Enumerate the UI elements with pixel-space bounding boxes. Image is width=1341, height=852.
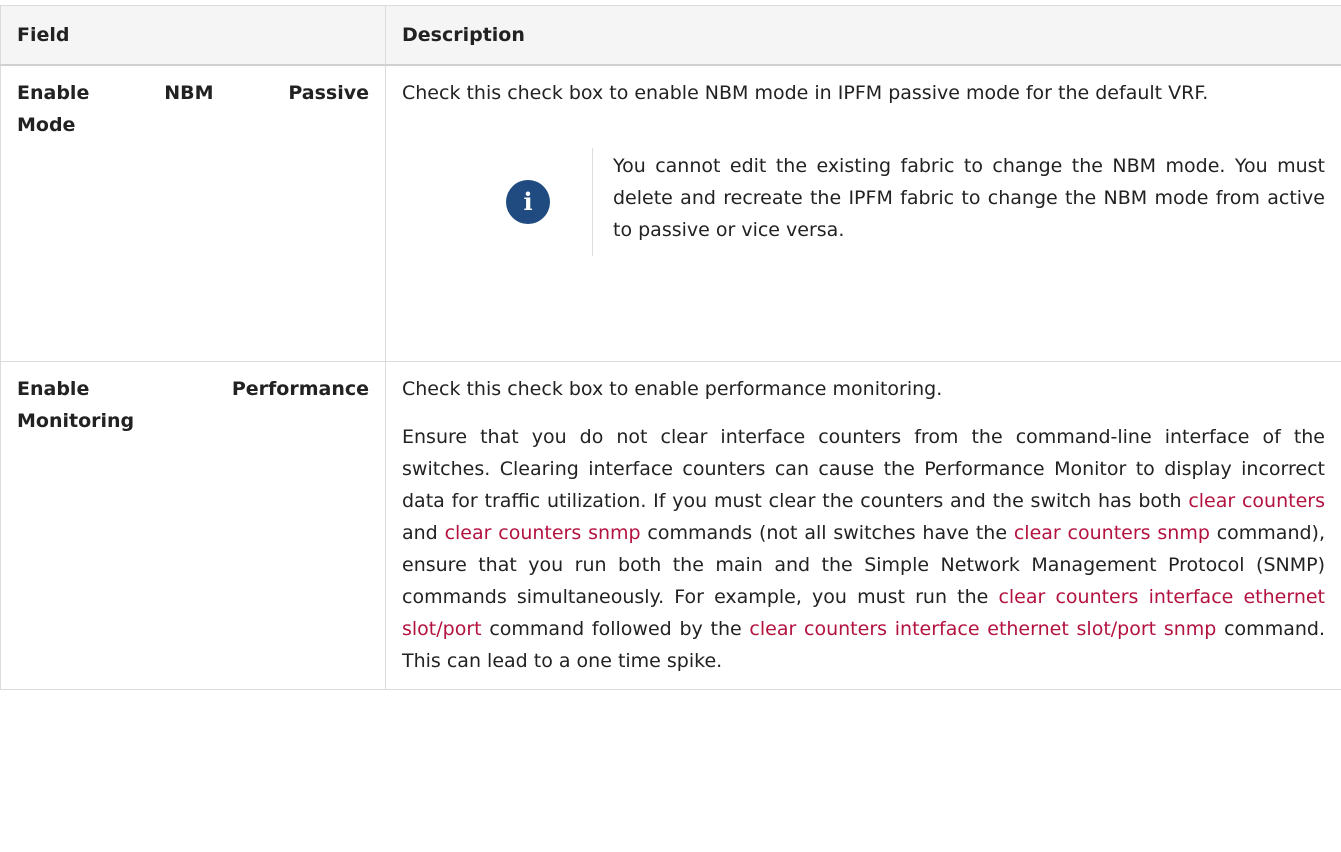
command-clear-counters: clear counters (1188, 490, 1325, 512)
description-text: Check this check box to enable performan… (402, 378, 943, 400)
field-name-line: Enable Performance (17, 378, 369, 400)
field-name-cell: Enable Performance Monitoring (0, 361, 386, 690)
description-cell: Check this check box to enable NBM mode … (385, 64, 1341, 362)
field-name-line: Monitoring (17, 410, 135, 432)
text-run: Ensure that you do not clear interface c… (402, 426, 1325, 512)
description-text: Check this check box to enable NBM mode … (402, 82, 1209, 104)
text-run: and (402, 522, 445, 544)
command-clear-counters-snmp: clear counters snmp (1013, 522, 1210, 544)
note-icon-column: i (402, 180, 592, 224)
note-text: You cannot edit the existing fabric to c… (592, 148, 1325, 256)
info-icon: i (506, 180, 550, 224)
table-header-row: Field Description (0, 5, 1341, 66)
text-run: command followed by the (481, 618, 750, 640)
field-name-line: Enable NBM Passive (17, 82, 369, 104)
field-name-cell: Enable NBM Passive Mode (0, 64, 386, 362)
field-name-line: Mode (17, 114, 76, 136)
column-header-field: Field (0, 5, 386, 66)
text-run: commands (not all switches have the (640, 522, 1014, 544)
command-clear-counters-snmp: clear counters snmp (444, 522, 641, 544)
table-row: Enable NBM Passive Mode Check this check… (0, 64, 1341, 362)
description-detail-text: Ensure that you do not clear interface c… (402, 421, 1325, 677)
note-admonition: i You cannot edit the existing fabric to… (402, 148, 1325, 256)
command-clear-counters-interface-snmp: clear counters interface ethernet slot/p… (749, 618, 1217, 640)
table-row: Enable Performance Monitoring Check this… (0, 361, 1341, 690)
column-header-description: Description (385, 5, 1341, 66)
description-cell: Check this check box to enable performan… (385, 361, 1341, 690)
field-description-table: Field Description Enable NBM Passive Mod… (0, 5, 1341, 690)
